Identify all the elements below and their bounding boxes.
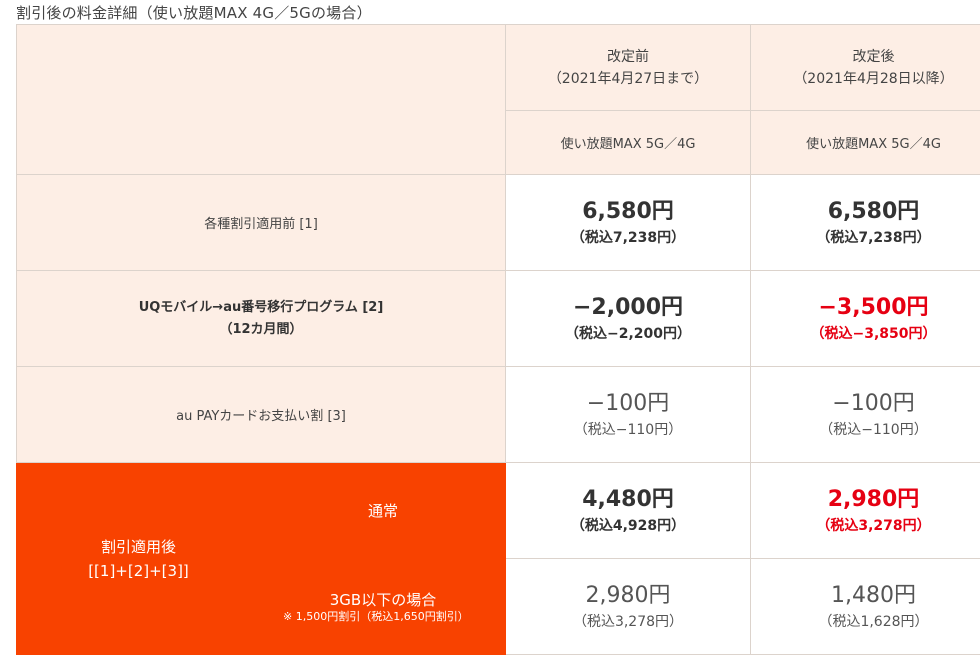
lite-after-price: 1,480円 [831,582,916,608]
mnp-label-line1: UQモバイル→au番号移行プログラム [2] [138,299,384,315]
header-before-title: 改定前 [607,48,649,65]
header-blank-cell [16,24,506,175]
plan-after: 使い放題MAX 5G／4G [750,110,980,175]
header-after-date: （2021年4月28日以降） [793,70,954,87]
card-after-price: −100円 [832,390,915,416]
base-before-price: 6,580円 [582,198,674,224]
mnp-after-price: −3,500円 [818,294,929,320]
mnp-label-line2: （12カ月間） [219,321,303,337]
base-after-tax: （税込7,238円） [816,229,931,246]
after-discount-label-line1: 割引適用後 [100,537,176,556]
row-label-mnp: UQモバイル→au番号移行プログラム [2] （12カ月間） [16,270,506,367]
header-after: 改定後 （2021年4月28日以降） [750,24,980,111]
card-after-cell: −100円 （税込−110円） [750,366,980,463]
base-before-tax: （税込7,238円） [570,229,686,246]
row-label-normal: 通常 [260,462,506,559]
header-before: 改定前 （2021年4月27日まで） [505,24,751,111]
base-after-cell: 6,580円 （税込7,238円） [750,174,980,271]
lite-note: ※ 1,500円割引（税込1,650円割引） [283,609,469,623]
mnp-after-tax: （税込−3,850円） [810,325,937,342]
card-before-tax: （税込−110円） [573,421,683,438]
plan-before: 使い放題MAX 5G／4G [505,110,751,175]
row-label-base: 各種割引適用前 [1] [16,174,506,271]
price-table: 改定前 （2021年4月27日まで） 改定後 （2021年4月28日以降） 使い… [16,24,980,655]
normal-before-tax: （税込4,928円） [570,517,686,534]
card-after-tax: （税込−110円） [819,421,928,438]
lite-after-cell: 1,480円 （税込1,628円） [750,558,980,655]
normal-after-cell: 2,980円 （税込3,278円） [750,462,980,559]
table-caption: 割引後の料金詳細（使い放題MAX 4G／5Gの場合） [16,4,372,22]
header-after-title: 改定後 [852,48,895,65]
card-before-cell: −100円 （税込−110円） [505,366,751,463]
mnp-before-cell: −2,000円 （税込−2,200円） [505,270,751,367]
normal-after-price: 2,980円 [827,486,920,512]
row-label-card: au PAYカードお支払い割 [3] [16,366,506,463]
row-label-lite: 3GB以下の場合 ※ 1,500円割引（税込1,650円割引） [260,558,506,655]
normal-before-price: 4,480円 [582,486,674,512]
lite-before-cell: 2,980円 （税込3,278円） [505,558,751,655]
mnp-before-tax: （税込−2,200円） [564,325,691,342]
header-before-date: （2021年4月27日まで） [547,70,709,87]
mnp-after-cell: −3,500円 （税込−3,850円） [750,270,980,367]
lite-label: 3GB以下の場合 [329,590,437,609]
base-after-price: 6,580円 [827,198,920,224]
base-before-cell: 6,580円 （税込7,238円） [505,174,751,271]
lite-before-price: 2,980円 [585,582,671,608]
normal-before-cell: 4,480円 （税込4,928円） [505,462,751,559]
lite-after-tax: （税込1,628円） [818,613,929,630]
normal-after-tax: （税込3,278円） [816,517,931,534]
lite-before-tax: （税込3,278円） [572,613,684,630]
row-label-after-discount: 割引適用後 [[1]+[2]+[3]] [16,462,261,655]
after-discount-label-line2: [[1]+[2]+[3]] [88,561,189,580]
card-before-price: −100円 [586,390,670,416]
mnp-before-price: −2,000円 [572,294,684,320]
